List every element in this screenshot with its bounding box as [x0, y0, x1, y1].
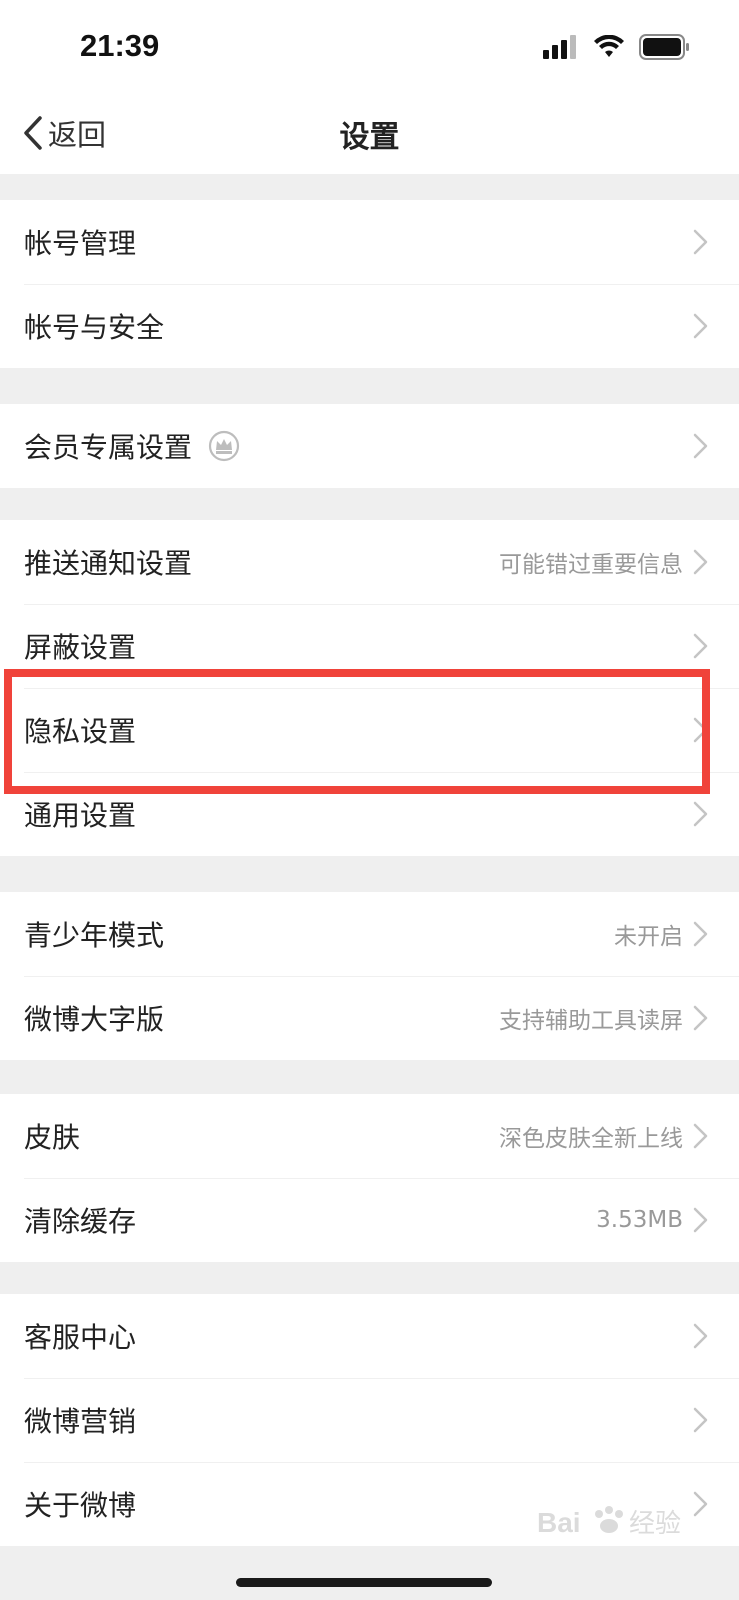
settings-item-privacy-settings[interactable]: 隐私设置: [0, 688, 739, 772]
crown-icon: [208, 430, 240, 462]
settings-item-label: 帐号管理: [24, 227, 137, 260]
settings-group-modes: 青少年模式 未开启 微博大字版 支持辅助工具读屏: [0, 892, 739, 1060]
chevron-right-icon: [693, 633, 708, 659]
chevron-right-icon: [693, 313, 708, 339]
chevron-right-icon: [693, 801, 708, 827]
chevron-right-icon: [693, 717, 708, 743]
baidu-paw-icon: Bai 经验: [537, 1506, 681, 1539]
settings-item-skin[interactable]: 皮肤 深色皮肤全新上线: [0, 1094, 739, 1178]
settings-item-customer-service[interactable]: 客服中心: [0, 1294, 739, 1378]
settings-item-label: 通用设置: [24, 799, 137, 832]
chevron-right-icon: [693, 1323, 708, 1349]
settings-item-label: 皮肤: [24, 1121, 81, 1154]
svg-text:经验: 经验: [629, 1509, 681, 1539]
settings-item-value: 3.53MB: [596, 1207, 683, 1233]
settings-item-teen-mode[interactable]: 青少年模式 未开启: [0, 892, 739, 976]
settings-item-label: 会员专属设置: [24, 431, 193, 464]
svg-text:Bai: Bai: [537, 1507, 581, 1538]
settings-item-large-font[interactable]: 微博大字版 支持辅助工具读屏: [0, 976, 739, 1060]
status-time: 21:39: [80, 28, 160, 63]
chevron-right-icon: [693, 549, 708, 575]
settings-group-account: 帐号管理 帐号与安全: [0, 200, 739, 368]
settings-item-label: 帐号与安全: [24, 311, 165, 344]
page-title: 设置: [339, 120, 400, 155]
settings-item-label: 客服中心: [24, 1321, 137, 1354]
chevron-right-icon: [693, 1123, 708, 1149]
settings-item-push-notifications[interactable]: 推送通知设置 可能错过重要信息: [0, 520, 739, 604]
home-indicator[interactable]: [236, 1578, 492, 1587]
settings-item-general-settings[interactable]: 通用设置: [0, 772, 739, 856]
chevron-right-icon: [693, 1207, 708, 1233]
chevron-right-icon: [693, 433, 708, 459]
settings-group-vip: 会员专属设置: [0, 404, 739, 488]
settings-item-account-management[interactable]: 帐号管理: [0, 200, 739, 284]
settings-item-label: 微博大字版: [24, 1003, 165, 1036]
settings-item-label: 推送通知设置: [24, 547, 193, 580]
settings-item-block-settings[interactable]: 屏蔽设置: [0, 604, 739, 688]
nav-bar: 返回 设置: [0, 92, 739, 174]
wifi-icon: [594, 35, 624, 57]
settings-item-value: 可能错过重要信息: [499, 552, 683, 578]
settings-item-label: 隐私设置: [24, 715, 137, 748]
settings-item-account-security[interactable]: 帐号与安全: [0, 284, 739, 368]
settings-group-general: 推送通知设置 可能错过重要信息 屏蔽设置 隐私设置 通用设置: [0, 520, 739, 856]
settings-item-clear-cache[interactable]: 清除缓存 3.53MB: [0, 1178, 739, 1262]
settings-item-value: 未开启: [614, 924, 683, 950]
chevron-right-icon: [693, 1407, 708, 1433]
settings-group-appearance: 皮肤 深色皮肤全新上线 清除缓存 3.53MB: [0, 1094, 739, 1262]
settings-item-label: 关于微博: [24, 1489, 137, 1522]
settings-item-vip-settings[interactable]: 会员专属设置: [0, 404, 739, 488]
settings-item-label: 青少年模式: [24, 919, 165, 952]
settings-item-label: 微博营销: [24, 1405, 137, 1438]
battery-icon: [639, 34, 689, 60]
status-bar: 21:39: [0, 0, 739, 92]
signal-icon: [543, 35, 576, 59]
chevron-right-icon: [693, 1005, 708, 1031]
status-icons: [543, 32, 691, 62]
chevron-right-icon: [693, 1491, 708, 1517]
settings-item-value: 支持辅助工具读屏: [499, 1008, 683, 1034]
chevron-right-icon: [693, 229, 708, 255]
settings-item-value: 深色皮肤全新上线: [499, 1126, 683, 1152]
settings-item-weibo-marketing[interactable]: 微博营销: [0, 1378, 739, 1462]
settings-item-label: 清除缓存: [24, 1205, 137, 1238]
settings-item-label: 屏蔽设置: [24, 631, 137, 664]
chevron-right-icon: [693, 921, 708, 947]
watermark-logo: Bai 经验: [537, 1500, 687, 1548]
